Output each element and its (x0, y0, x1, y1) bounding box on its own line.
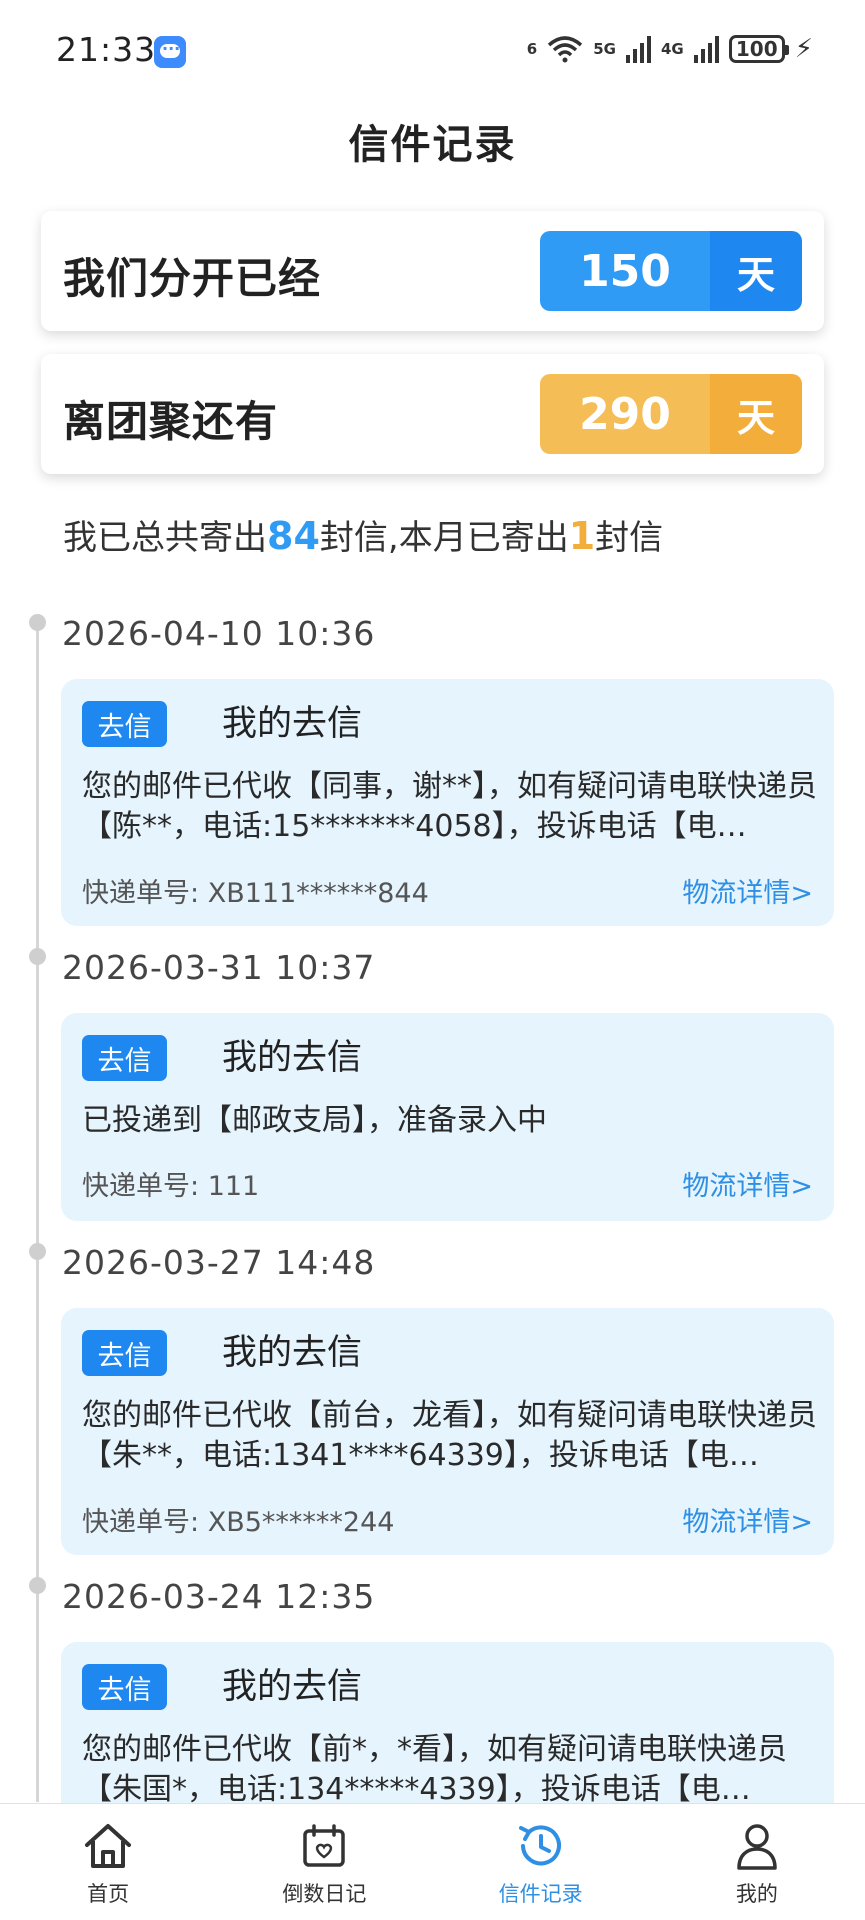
letter-status-message: 已投递到【邮政支局】，准备录入中 (82, 1103, 547, 1138)
tracking-label: 快递单号: (82, 1507, 200, 1538)
home-icon (78, 1820, 138, 1872)
separated-days-value: 150 (540, 231, 710, 311)
separated-days-unit: 天 (710, 231, 802, 311)
letter-card[interactable]: 去信 我的去信 您的邮件已代收【前*，*看】，如有疑问请电联快递员【朱国*，电话… (61, 1642, 834, 1803)
summary-suffix: 封信 (595, 518, 664, 558)
battery-icon: 100 (728, 35, 789, 63)
summary-total-count: 84 (267, 514, 320, 558)
logistics-detail-link[interactable]: 物流详情> (682, 1164, 813, 1203)
signal-4g-icon (693, 35, 719, 63)
reunion-days-pill: 290 天 (540, 374, 802, 454)
timeline-line (36, 622, 39, 1802)
logistics-detail-link[interactable]: 物流详情> (682, 871, 813, 910)
history-clock-icon (511, 1820, 571, 1872)
nav-countdown-diary[interactable]: 倒数日记 (216, 1804, 432, 1920)
nav-home[interactable]: 首页 (0, 1804, 216, 1920)
tracking-number: 快递单号: 111 (82, 1164, 259, 1203)
letter-date: 2026-03-31 10:37 (62, 948, 376, 987)
tracking-label: 快递单号: (82, 878, 200, 909)
system-icons: 6 5G 4G 100 ⚡ (527, 34, 813, 64)
letters-summary: 我已总共寄出84封信,本月已寄出1封信 (63, 510, 663, 559)
separated-days-card: 我们分开已经 150 天 (41, 211, 824, 331)
summary-middle: 封信,本月已寄出 (319, 518, 569, 558)
tracking-label: 快递单号: (82, 1171, 200, 1202)
reunion-days-unit: 天 (710, 374, 802, 454)
letter-type-tag: 去信 (82, 1035, 167, 1081)
letter-status-message: 您的邮件已代收【前台，龙看】，如有疑问请电联快递员【朱**，电话:1341***… (82, 1398, 817, 1473)
message-app-icon (154, 36, 186, 68)
wifi-icon (548, 36, 583, 63)
signal-5g-label: 5G (593, 40, 616, 58)
letter-card[interactable]: 去信 我的去信 已投递到【邮政支局】，准备录入中 快递单号: 111 物流详情> (61, 1013, 834, 1221)
letter-type-tag: 去信 (82, 1330, 167, 1376)
separated-days-pill: 150 天 (540, 231, 802, 311)
tracking-number: 快递单号: XB111******844 (82, 871, 429, 910)
separated-label: 我们分开已经 (63, 254, 322, 303)
letter-card[interactable]: 去信 我的去信 您的邮件已代收【同事，谢**】，如有疑问请电联快递员【陈**，电… (61, 679, 834, 926)
tracking-value: XB5******244 (207, 1507, 395, 1538)
letter-title: 我的去信 (222, 1038, 363, 1078)
letter-status-message: 您的邮件已代收【前*，*看】，如有疑问请电联快递员【朱国*，电话:134****… (82, 1732, 787, 1803)
calendar-heart-icon (294, 1820, 354, 1872)
timeline-dot (29, 614, 46, 631)
bottom-nav: 首页 倒数日记 信件记录 我的 (0, 1803, 865, 1920)
status-bar: 21:33 6 5G 4G 100 ⚡ (0, 0, 865, 100)
nav-label: 我的 (735, 1882, 778, 1906)
letter-title: 我的去信 (222, 1333, 363, 1373)
tracking-value: 111 (207, 1171, 260, 1202)
user-icon (727, 1820, 787, 1872)
summary-month-count: 1 (568, 514, 596, 558)
reunion-days-value: 290 (540, 374, 710, 454)
status-time: 21:33 (56, 30, 157, 69)
tracking-value: XB111******844 (207, 878, 429, 909)
letter-card[interactable]: 去信 我的去信 您的邮件已代收【前台，龙看】，如有疑问请电联快递员【朱**，电话… (61, 1308, 834, 1555)
letter-date: 2026-03-27 14:48 (62, 1243, 376, 1282)
letter-type-tag: 去信 (82, 701, 167, 747)
timeline-dot (29, 948, 46, 965)
timeline-dot (29, 1243, 46, 1260)
page-title: 信件记录 (348, 122, 517, 168)
nav-label: 首页 (87, 1882, 130, 1906)
nav-label: 倒数日记 (282, 1882, 367, 1906)
signal-4g-label: 4G (660, 40, 684, 58)
summary-prefix: 我已总共寄出 (63, 518, 267, 558)
letter-date: 2026-03-24 12:35 (62, 1577, 376, 1616)
nav-mine[interactable]: 我的 (649, 1804, 865, 1920)
nav-label: 信件记录 (498, 1882, 583, 1906)
letter-type-tag: 去信 (82, 1664, 167, 1710)
reunion-days-card: 离团聚还有 290 天 (41, 354, 824, 474)
letter-date: 2026-04-10 10:36 (62, 614, 376, 653)
letter-title: 我的去信 (222, 704, 363, 744)
timeline-dot (29, 1577, 46, 1594)
logistics-detail-link[interactable]: 物流详情> (682, 1500, 813, 1539)
charging-icon: ⚡ (794, 34, 813, 64)
signal-5g-icon (625, 35, 651, 63)
battery-level: 100 (735, 37, 778, 61)
letter-title: 我的去信 (222, 1667, 363, 1707)
reunion-label: 离团聚还有 (63, 397, 279, 446)
wifi-label: 6 (526, 40, 538, 58)
letter-status-message: 您的邮件已代收【同事，谢**】，如有疑问请电联快递员【陈**，电话:15****… (82, 769, 817, 844)
nav-letter-records[interactable]: 信件记录 (433, 1804, 649, 1920)
tracking-number: 快递单号: XB5******244 (82, 1500, 394, 1539)
